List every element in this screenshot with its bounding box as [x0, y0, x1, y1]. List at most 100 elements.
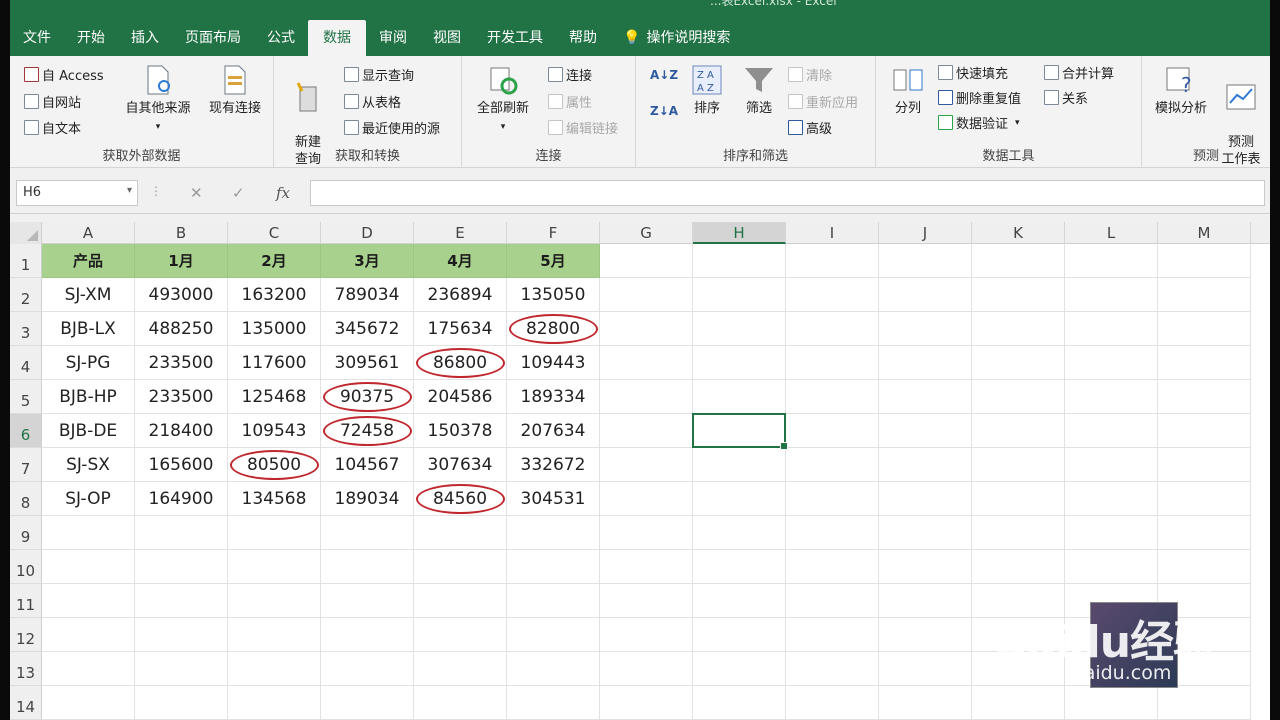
advanced-filter-button[interactable]: 高级: [788, 118, 832, 137]
cell[interactable]: [414, 550, 507, 584]
tab-3[interactable]: 页面布局: [172, 20, 254, 56]
cell[interactable]: [786, 550, 879, 584]
cell[interactable]: [879, 516, 972, 550]
row-header[interactable]: 7: [10, 448, 42, 482]
tab-6[interactable]: 审阅: [366, 20, 420, 56]
cell[interactable]: [1158, 652, 1251, 686]
cell[interactable]: [321, 516, 414, 550]
cell[interactable]: [1065, 550, 1158, 584]
cell[interactable]: [1158, 516, 1251, 550]
cell[interactable]: 109543: [228, 414, 321, 448]
cell[interactable]: [600, 278, 693, 312]
cell[interactable]: [1158, 244, 1251, 278]
flash-fill-button[interactable]: 快速填充: [938, 63, 1008, 82]
cell[interactable]: 72458: [321, 414, 414, 448]
cell[interactable]: 109443: [507, 346, 600, 380]
cell[interactable]: [135, 618, 228, 652]
cell[interactable]: [972, 346, 1065, 380]
cell[interactable]: [42, 550, 135, 584]
from-table-button[interactable]: 从表格: [344, 92, 401, 111]
cell[interactable]: [879, 244, 972, 278]
cell[interactable]: [786, 278, 879, 312]
cell[interactable]: [1158, 686, 1251, 720]
cell[interactable]: 125468: [228, 380, 321, 414]
cell[interactable]: [879, 414, 972, 448]
sort-button[interactable]: Z AA Z 排序: [682, 64, 732, 117]
cell[interactable]: SJ-PG: [42, 346, 135, 380]
cell[interactable]: [135, 550, 228, 584]
column-header[interactable]: I: [786, 222, 879, 244]
cell[interactable]: [600, 244, 693, 278]
cell[interactable]: [1065, 516, 1158, 550]
cell[interactable]: 789034: [321, 278, 414, 312]
tab-5[interactable]: 数据: [308, 20, 366, 56]
column-header[interactable]: B: [135, 222, 228, 244]
cell[interactable]: [1158, 448, 1251, 482]
cell[interactable]: [693, 244, 786, 278]
cell[interactable]: [42, 516, 135, 550]
existing-connections-button[interactable]: 现有连接: [200, 64, 270, 117]
column-header[interactable]: J: [879, 222, 972, 244]
cell[interactable]: [228, 686, 321, 720]
from-other-sources-button[interactable]: 自其他来源 ▾: [118, 64, 198, 136]
cell[interactable]: [879, 652, 972, 686]
cell[interactable]: 90375: [321, 380, 414, 414]
header-cell[interactable]: 1月: [135, 244, 228, 278]
header-cell[interactable]: 3月: [321, 244, 414, 278]
cell[interactable]: [1158, 346, 1251, 380]
cell[interactable]: [786, 618, 879, 652]
cell[interactable]: [1158, 414, 1251, 448]
cell[interactable]: 117600: [228, 346, 321, 380]
cell[interactable]: [972, 482, 1065, 516]
cell[interactable]: 164900: [135, 482, 228, 516]
sort-descending-button[interactable]: Z↓A: [650, 104, 678, 118]
cell[interactable]: 135050: [507, 278, 600, 312]
cancel-icon[interactable]: ✕: [190, 184, 203, 202]
cell[interactable]: SJ-XM: [42, 278, 135, 312]
cell[interactable]: 134568: [228, 482, 321, 516]
name-box[interactable]: H6 ▾: [16, 180, 138, 206]
cell[interactable]: [693, 312, 786, 346]
cell[interactable]: [1158, 584, 1251, 618]
cell[interactable]: [1158, 618, 1251, 652]
cell[interactable]: [972, 448, 1065, 482]
cell[interactable]: 233500: [135, 380, 228, 414]
show-queries-button[interactable]: 显示查询: [344, 65, 414, 84]
header-cell[interactable]: 5月: [507, 244, 600, 278]
header-cell[interactable]: 产品: [42, 244, 135, 278]
cell[interactable]: [879, 380, 972, 414]
cell[interactable]: [1065, 346, 1158, 380]
cell[interactable]: [600, 686, 693, 720]
row-header[interactable]: 9: [10, 516, 42, 550]
cell[interactable]: [972, 380, 1065, 414]
cell[interactable]: [135, 652, 228, 686]
cell[interactable]: [1065, 686, 1158, 720]
cell[interactable]: [1065, 312, 1158, 346]
cell[interactable]: [879, 482, 972, 516]
header-cell[interactable]: 4月: [414, 244, 507, 278]
cell[interactable]: [1158, 278, 1251, 312]
cell[interactable]: [693, 584, 786, 618]
tab-2[interactable]: 插入: [118, 20, 172, 56]
cell[interactable]: [879, 448, 972, 482]
cell[interactable]: SJ-SX: [42, 448, 135, 482]
column-header[interactable]: L: [1065, 222, 1158, 244]
row-header[interactable]: 13: [10, 652, 42, 686]
cell[interactable]: [693, 618, 786, 652]
cell[interactable]: [600, 584, 693, 618]
cell[interactable]: [414, 618, 507, 652]
select-all-corner[interactable]: [10, 222, 42, 244]
cell[interactable]: [507, 618, 600, 652]
cell[interactable]: [321, 686, 414, 720]
cell[interactable]: 175634: [414, 312, 507, 346]
row-header[interactable]: 12: [10, 618, 42, 652]
cell[interactable]: [693, 346, 786, 380]
cell[interactable]: 82800: [507, 312, 600, 346]
cell[interactable]: [1065, 244, 1158, 278]
tab-9[interactable]: 帮助: [556, 20, 610, 56]
cell[interactable]: [600, 482, 693, 516]
cell[interactable]: 345672: [321, 312, 414, 346]
cell[interactable]: [600, 312, 693, 346]
column-header[interactable]: E: [414, 222, 507, 244]
row-header[interactable]: 8: [10, 482, 42, 516]
